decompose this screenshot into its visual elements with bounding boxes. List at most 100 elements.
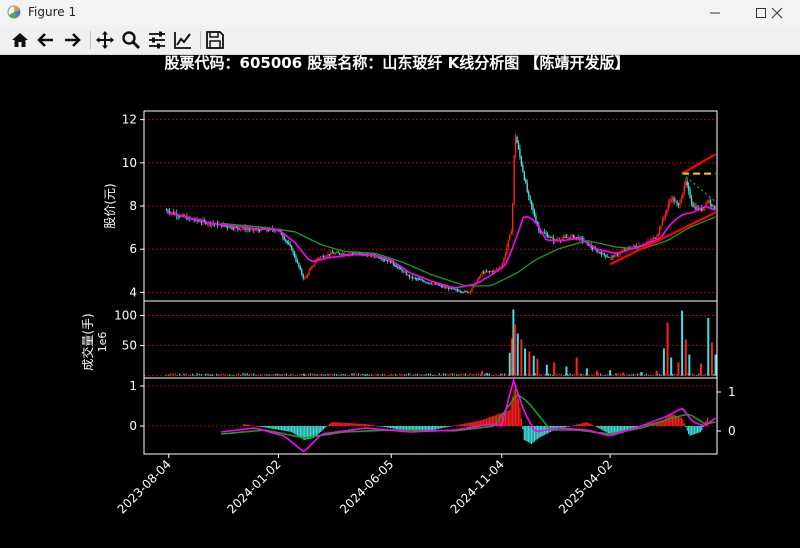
volume-bar (655, 370, 658, 376)
volume-bar (423, 374, 425, 376)
volume-bar (371, 374, 373, 376)
candle-body (234, 227, 236, 230)
volume-bar (200, 374, 203, 376)
candle-body (333, 253, 335, 255)
volume-bar (613, 374, 615, 376)
candle-body (613, 254, 616, 258)
indicator-histogram-bar (574, 424, 576, 426)
home-button[interactable] (10, 30, 32, 50)
volume-panel-frame (143, 300, 718, 379)
candle-body (404, 271, 406, 273)
zoom-button[interactable] (121, 30, 143, 50)
indicator-histogram-bar (321, 426, 323, 431)
volume-bar (316, 374, 318, 376)
volume-bar (486, 373, 489, 376)
indicator-histogram-bar (520, 418, 522, 426)
volume-bar (490, 374, 493, 376)
volume-bar (466, 374, 469, 376)
indicator-histogram-bar (382, 426, 384, 427)
figure-canvas: 股票代码：605006 股票名称：山东玻纤 K线分析图 【陈靖开发版】 4 6 8 1… (0, 54, 800, 544)
candle-body (382, 259, 384, 261)
indicator-histogram-bar (298, 426, 300, 437)
candle-body (465, 290, 467, 292)
back-button[interactable] (36, 30, 58, 50)
volume-bar (622, 372, 625, 376)
configure-subplots-button[interactable] (147, 30, 169, 50)
volume-bar (196, 373, 198, 376)
candle-body (309, 268, 312, 271)
candle-body (318, 257, 320, 259)
forward-arrow-icon (65, 33, 81, 47)
candle-body (314, 262, 316, 266)
volume-bar (573, 373, 576, 376)
candle-body (385, 259, 387, 261)
indicator-histogram-bar (603, 426, 605, 431)
indicator-histogram-bar (688, 426, 690, 435)
candle-body (591, 247, 594, 250)
pan-button[interactable] (95, 30, 117, 50)
candle-body (421, 279, 424, 281)
candle-body (424, 281, 427, 283)
volume-bar (390, 374, 393, 376)
indicator-histogram-bar (250, 425, 252, 426)
candle-body (548, 237, 550, 239)
indicator-histogram-bar (455, 425, 457, 426)
volume-bar (520, 339, 523, 376)
indicator-histogram-bar (372, 425, 374, 426)
volume-bar (213, 374, 216, 376)
save-button[interactable] (205, 30, 227, 50)
price-ytick-label: 4 (129, 285, 137, 299)
volume-bar (307, 373, 309, 376)
volume-bar (429, 373, 432, 376)
volume-bar (658, 374, 661, 376)
indicator-histogram-bar (385, 426, 387, 428)
close-button[interactable] (754, 0, 800, 26)
candle-body (414, 277, 416, 279)
volume-bar (294, 374, 296, 376)
volume-bar (347, 374, 349, 376)
candle-body (615, 254, 617, 256)
candle-body (549, 237, 552, 239)
volume-bar (556, 374, 558, 376)
edit-axis-button[interactable] (173, 30, 195, 50)
indicator-right-ytick-label: 0 (728, 424, 736, 438)
indicator-histogram-bar (562, 426, 565, 428)
indicator-histogram-bar (373, 425, 376, 426)
candle-body (522, 165, 524, 172)
candle-body (410, 276, 412, 278)
back-arrow-icon (37, 33, 53, 47)
indicator-histogram-bar (356, 423, 358, 426)
volume-bar (412, 374, 414, 376)
indicator-histogram-bar (365, 424, 367, 426)
volume-bar (519, 374, 521, 376)
candle-body (674, 201, 677, 203)
volume-bar (558, 373, 560, 376)
candle-body (411, 276, 414, 279)
volume-bar (543, 374, 545, 376)
candle-body (330, 252, 332, 256)
indicator-histogram-bar (378, 426, 380, 427)
candle-body (351, 253, 354, 254)
volume-bar (397, 374, 399, 376)
minimize-button[interactable] (692, 0, 738, 26)
edit-axis-icon (174, 32, 191, 49)
volume-bar (403, 374, 405, 376)
forward-button[interactable] (62, 30, 84, 50)
volume-bar (456, 374, 458, 376)
volume-bar (418, 374, 421, 376)
candle-body (507, 240, 510, 248)
volume-bar (302, 373, 305, 376)
candle-body (570, 235, 572, 239)
indicator-histogram-bar (433, 426, 435, 430)
volume-bar (453, 373, 456, 376)
indicator-histogram-bar (440, 426, 443, 429)
indicator-histogram-bar (625, 426, 627, 430)
indicator-histogram-bar (613, 426, 616, 433)
candle-body (171, 212, 174, 213)
volume-bar (589, 374, 591, 376)
volume-bar (513, 324, 516, 376)
candle-body (651, 238, 653, 241)
volume-bar (516, 333, 519, 376)
candle-body (231, 226, 233, 229)
indicator-histogram-bar (586, 422, 588, 426)
